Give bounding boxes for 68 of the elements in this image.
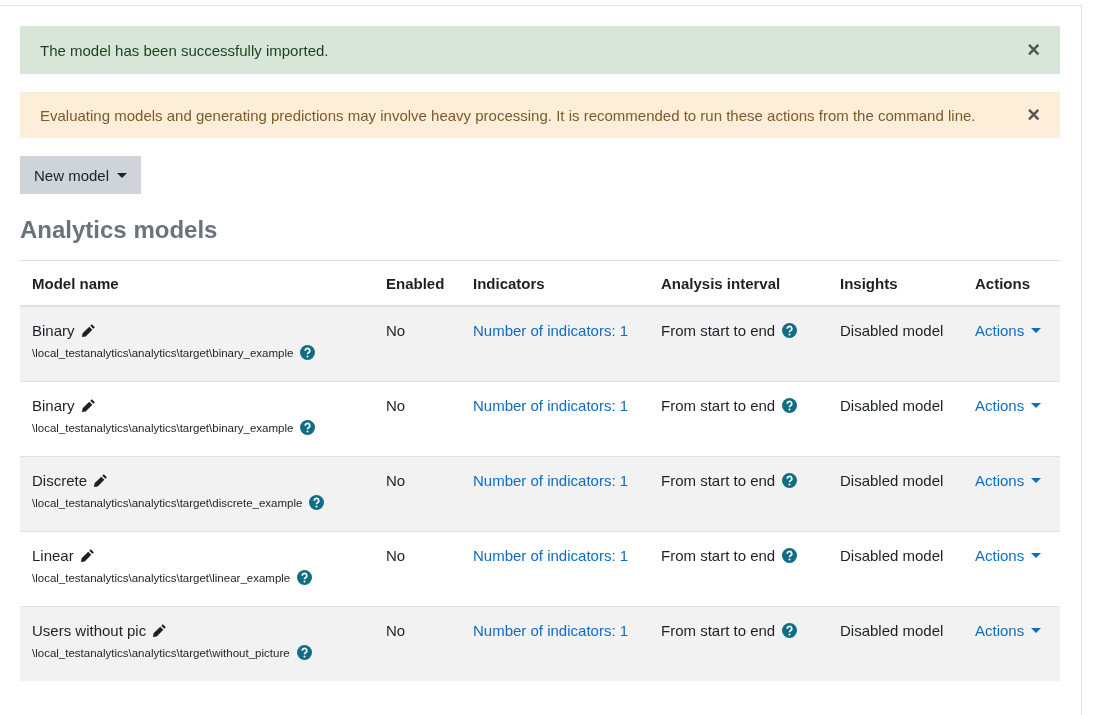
insights-value: Disabled model bbox=[840, 622, 944, 639]
help-icon[interactable] bbox=[782, 323, 798, 338]
interval-value: From start to end bbox=[661, 547, 776, 564]
interval-value: From start to end bbox=[661, 472, 776, 489]
actions-menu[interactable]: Actions bbox=[975, 322, 1042, 339]
model-name: Users without pic bbox=[32, 622, 147, 639]
new-model-button[interactable]: New model bbox=[20, 156, 142, 194]
close-button[interactable]: × bbox=[1015, 104, 1040, 126]
actions-menu[interactable]: Actions bbox=[975, 472, 1042, 489]
target-path: \local_testanalytics\analytics\target\discrete_example bbox=[32, 496, 303, 509]
model-name: Discrete bbox=[32, 472, 87, 489]
actions-menu[interactable]: Actions bbox=[975, 397, 1042, 414]
caret-icon bbox=[1031, 328, 1042, 333]
interval-value: From start to end bbox=[661, 622, 776, 639]
help-icon[interactable] bbox=[782, 473, 798, 488]
help-icon[interactable] bbox=[300, 345, 316, 360]
help-icon[interactable] bbox=[309, 495, 325, 510]
alert-message: Evaluating models and generating predictions may involve heavy processing. It is recommended to run these actions from the command line. bbox=[40, 106, 976, 124]
page-heading: Analytics models bbox=[20, 216, 219, 244]
help-icon[interactable] bbox=[782, 623, 798, 638]
caret-icon bbox=[1031, 403, 1042, 408]
insights-value: Disabled model bbox=[840, 547, 944, 564]
insights-value: Disabled model bbox=[840, 322, 944, 339]
column-header: Indicators bbox=[473, 275, 545, 292]
model-name: Linear bbox=[32, 547, 74, 564]
pencil-icon[interactable] bbox=[79, 548, 95, 563]
indicators-link[interactable]: Number of indicators: 1 bbox=[473, 322, 629, 339]
actions-menu[interactable]: Actions bbox=[975, 547, 1042, 564]
column-header: Enabled bbox=[386, 275, 445, 292]
pencil-icon[interactable] bbox=[93, 473, 108, 488]
alert-message: The model has been successfully imported. bbox=[40, 41, 329, 59]
interval-value: From start to end bbox=[661, 397, 776, 414]
help-icon[interactable] bbox=[296, 645, 312, 660]
actions-menu[interactable]: Actions bbox=[975, 622, 1042, 639]
enabled-value: No bbox=[386, 322, 406, 339]
caret-icon bbox=[1031, 628, 1042, 633]
pencil-icon[interactable] bbox=[152, 623, 168, 638]
column-header: Insights bbox=[840, 275, 898, 292]
caret-icon bbox=[117, 172, 128, 178]
caret-icon bbox=[1031, 553, 1042, 558]
indicators-link[interactable]: Number of indicators: 1 bbox=[473, 622, 629, 639]
interval-value: From start to end bbox=[661, 322, 776, 339]
pencil-icon[interactable] bbox=[80, 398, 96, 413]
enabled-value: No bbox=[386, 547, 406, 564]
insights-value: Disabled model bbox=[840, 472, 944, 489]
column-header: Analysis interval bbox=[661, 275, 781, 292]
column-header: Actions bbox=[975, 275, 1030, 292]
help-icon[interactable] bbox=[782, 398, 798, 413]
column-header: Model name bbox=[32, 275, 119, 292]
model-name: Binary bbox=[32, 397, 75, 414]
insights-value: Disabled model bbox=[840, 397, 944, 414]
indicators-link[interactable]: Number of indicators: 1 bbox=[473, 472, 629, 489]
enabled-value: No bbox=[386, 472, 406, 489]
help-icon[interactable] bbox=[782, 548, 798, 563]
indicators-link[interactable]: Number of indicators: 1 bbox=[473, 397, 629, 414]
target-path: \local_testanalytics\analytics\target\linear_example bbox=[32, 571, 291, 584]
target-path: \local_testanalytics\analytics\target\without_picture bbox=[32, 646, 290, 659]
target-path: \local_testanalytics\analytics\target\binary_example bbox=[32, 346, 294, 359]
help-icon[interactable] bbox=[297, 570, 313, 585]
close-button[interactable]: × bbox=[1015, 39, 1040, 61]
model-name: Binary bbox=[32, 322, 75, 339]
indicators-link[interactable]: Number of indicators: 1 bbox=[473, 547, 629, 564]
caret-icon bbox=[1031, 478, 1042, 483]
enabled-value: No bbox=[386, 622, 406, 639]
target-path: \local_testanalytics\analytics\target\binary_example bbox=[32, 421, 294, 434]
enabled-value: No bbox=[386, 397, 406, 414]
help-icon[interactable] bbox=[300, 420, 316, 435]
pencil-icon[interactable] bbox=[80, 323, 96, 338]
